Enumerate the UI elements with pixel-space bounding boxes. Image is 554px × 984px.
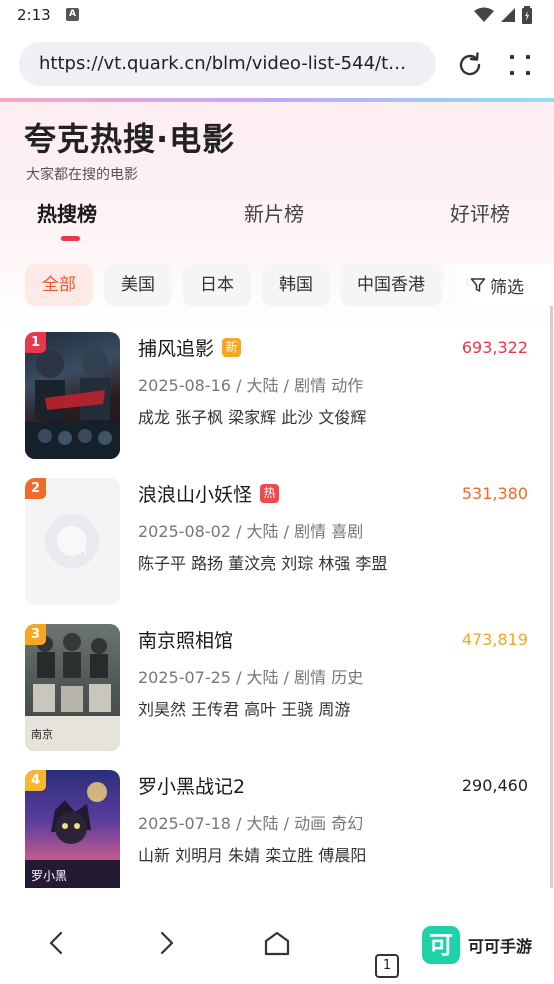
- movie-poster[interactable]: 1: [25, 332, 120, 459]
- movie-title[interactable]: 罗小黑战记2: [138, 772, 245, 799]
- title-row: 浪浪山小妖怪 热: [138, 480, 280, 507]
- tab-hot-search[interactable]: 热搜榜: [37, 198, 97, 227]
- heat-score: 473,819: [461, 630, 528, 649]
- forward-icon[interactable]: [151, 928, 181, 958]
- tab-top-rated[interactable]: 好评榜: [450, 198, 510, 227]
- movie-poster[interactable]: 南京 3: [25, 624, 120, 751]
- movie-item[interactable]: 南京 3 南京照相馆 2025-07-25 / 大陆 / 剧情 历史 刘昊然 王…: [0, 624, 554, 754]
- title-row: 南京照相馆: [138, 626, 233, 653]
- ranking-tabs: 热搜榜 新片榜 好评榜: [0, 198, 554, 246]
- region-filter-chips: 全部 美国 日本 韩国 中国香港 中 筛选: [0, 264, 554, 306]
- chip-usa[interactable]: 美国: [104, 264, 172, 306]
- movie-meta: 2025-08-02 / 大陆 / 剧情 喜剧: [138, 522, 364, 541]
- page-top-accent: [0, 98, 554, 102]
- movie-cast: 陈子平 路扬 董汶亮 刘琮 林强 李盟: [138, 554, 388, 573]
- filter-label: 筛选: [490, 277, 524, 298]
- movie-cast: 成龙 张子枫 梁家辉 此沙 文俊辉: [138, 408, 367, 427]
- movie-meta: 2025-07-18 / 大陆 / 动画 奇幻: [138, 814, 364, 833]
- reload-icon[interactable]: [455, 50, 485, 80]
- watermark-logo: 可: [422, 926, 460, 964]
- battery-icon: [522, 6, 532, 24]
- watermark-text: 可可手游: [468, 937, 533, 956]
- movie-item[interactable]: 1 捕风追影 新 2025-08-16 / 大陆 / 剧情 动作 成龙 张子枫 …: [0, 332, 554, 462]
- chip-hong-kong[interactable]: 中国香港: [340, 264, 442, 306]
- browser-toolbar: https://vt.quark.cn/blm/video-list-544/t…: [0, 32, 554, 98]
- rank-badge: 3: [25, 624, 46, 645]
- notification-icon: A: [66, 8, 79, 21]
- chip-korea[interactable]: 韩国: [262, 264, 330, 306]
- movie-item[interactable]: 2 浪浪山小妖怪 热 2025-08-02 / 大陆 / 剧情 喜剧 陈子平 路…: [0, 478, 554, 608]
- movie-title[interactable]: 浪浪山小妖怪: [138, 480, 252, 507]
- title-row: 捕风追影 新: [138, 334, 242, 361]
- page-content: 夸克热搜·电影 大家都在搜的电影 热搜榜 新片榜 好评榜 全部 美国 日本 韩国…: [0, 98, 554, 888]
- chip-japan[interactable]: 日本: [183, 264, 251, 306]
- title-row: 罗小黑战记2: [138, 772, 245, 799]
- funnel-icon: [470, 278, 486, 292]
- svg-text:南京: 南京: [31, 727, 53, 741]
- heat-score: 693,322: [461, 338, 528, 357]
- movie-item[interactable]: 罗小黑 4 罗小黑战记2 2025-07-18 / 大陆 / 动画 奇幻 山新 …: [0, 770, 554, 888]
- rank-badge: 1: [25, 332, 46, 353]
- url-input[interactable]: https://vt.quark.cn/blm/video-list-544/t…: [19, 42, 436, 86]
- movie-meta: 2025-08-16 / 大陆 / 剧情 动作: [138, 376, 364, 395]
- hot-tag: 热: [260, 484, 280, 503]
- status-icons: [474, 6, 532, 24]
- brand-subtitle: 大家都在搜的电影: [26, 167, 138, 183]
- rank-badge: 4: [25, 770, 46, 791]
- movie-poster[interactable]: 罗小黑 4: [25, 770, 120, 888]
- new-tag: 新: [222, 338, 242, 357]
- movie-meta: 2025-07-25 / 大陆 / 剧情 历史: [138, 668, 364, 687]
- fullscreen-icon[interactable]: [505, 50, 535, 80]
- status-bar: 2:13 A: [0, 0, 554, 32]
- home-icon[interactable]: [262, 928, 292, 958]
- movie-title[interactable]: 捕风追影: [138, 334, 214, 361]
- active-tab-indicator: [61, 236, 80, 241]
- movie-poster[interactable]: 2: [25, 478, 120, 605]
- back-icon[interactable]: [42, 928, 72, 958]
- movie-cast: 山新 刘明月 朱婧 栾立胜 傅晨阳: [138, 846, 367, 865]
- movie-cast: 刘昊然 王传君 高叶 王骁 周游: [138, 700, 351, 719]
- watermark: 可 可可手游: [422, 926, 532, 964]
- rank-badge: 2: [25, 478, 46, 499]
- heat-score: 531,380: [461, 484, 528, 503]
- brand-logo: 夸克热搜·电影: [24, 120, 236, 158]
- chip-all[interactable]: 全部: [25, 264, 93, 306]
- svg-text:罗小黑: 罗小黑: [31, 869, 67, 883]
- movie-title[interactable]: 南京照相馆: [138, 626, 233, 653]
- tab-new-releases[interactable]: 新片榜: [244, 198, 304, 227]
- filter-button[interactable]: 筛选: [446, 264, 554, 306]
- signal-icon: [501, 8, 515, 22]
- heat-score: 290,460: [461, 776, 528, 795]
- tab-switcher-button[interactable]: 1: [375, 954, 399, 978]
- status-time: 2:13: [17, 6, 51, 24]
- wifi-icon: [474, 7, 494, 22]
